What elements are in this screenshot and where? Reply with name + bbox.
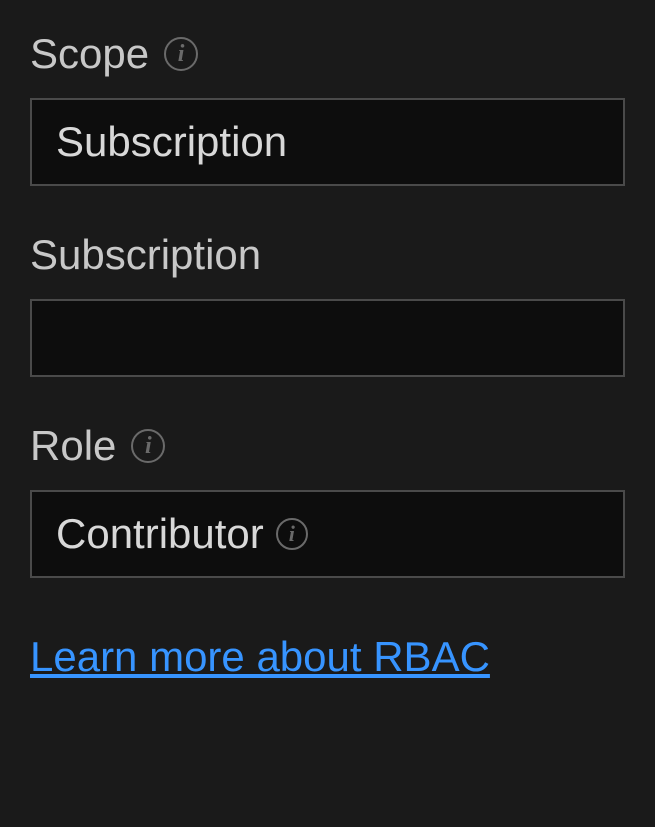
role-field-group: Role i Contributor i bbox=[30, 422, 625, 578]
subscription-field-group: Subscription bbox=[30, 231, 625, 377]
scope-label: Scope bbox=[30, 30, 149, 78]
info-icon[interactable]: i bbox=[164, 37, 198, 71]
subscription-label-row: Subscription bbox=[30, 231, 625, 279]
role-value: Contributor bbox=[56, 510, 264, 558]
subscription-label: Subscription bbox=[30, 231, 261, 279]
learn-more-rbac-link[interactable]: Learn more about RBAC bbox=[30, 633, 490, 681]
role-label: Role bbox=[30, 422, 116, 470]
scope-dropdown[interactable]: Subscription bbox=[30, 98, 625, 186]
info-icon[interactable]: i bbox=[276, 518, 308, 550]
scope-field-group: Scope i Subscription bbox=[30, 30, 625, 186]
subscription-dropdown[interactable] bbox=[30, 299, 625, 377]
scope-value: Subscription bbox=[56, 118, 287, 166]
role-dropdown[interactable]: Contributor i bbox=[30, 490, 625, 578]
scope-label-row: Scope i bbox=[30, 30, 625, 78]
info-icon[interactable]: i bbox=[131, 429, 165, 463]
role-label-row: Role i bbox=[30, 422, 625, 470]
